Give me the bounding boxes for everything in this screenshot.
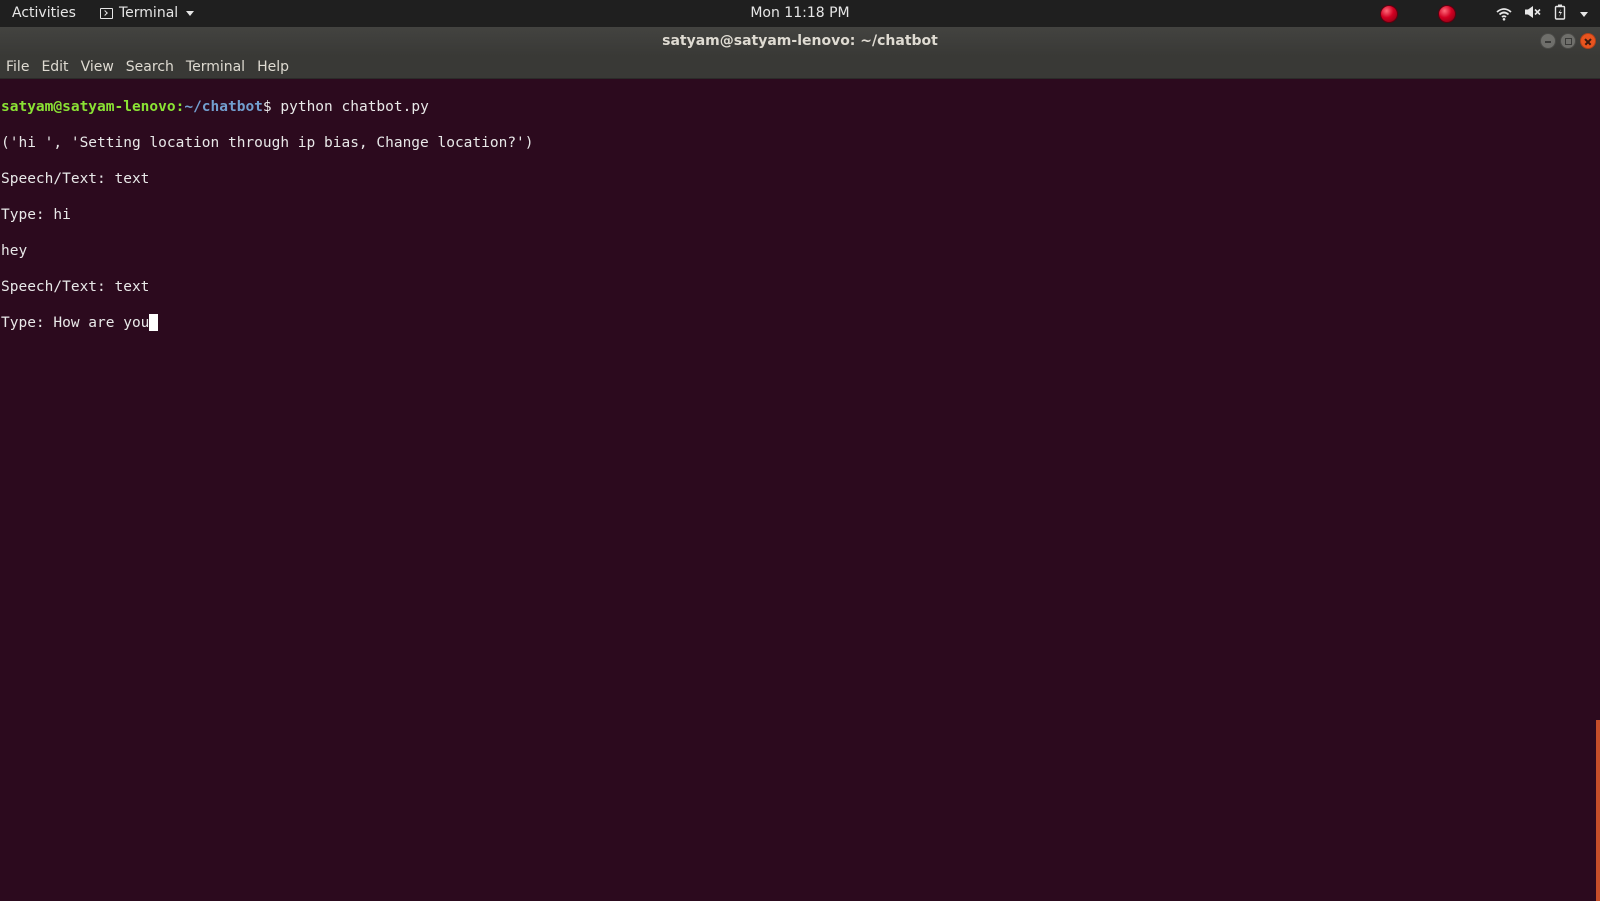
current-input: Type: How are you — [1, 315, 150, 331]
volume-muted-icon[interactable] — [1524, 5, 1542, 23]
window-title: satyam@satyam-lenovo: ~/chatbot — [662, 33, 938, 49]
menu-help[interactable]: Help — [251, 59, 295, 75]
window-controls — [1540, 33, 1596, 49]
scrollbar-thumb[interactable] — [1596, 720, 1600, 901]
red-indicator-icon[interactable] — [1380, 5, 1398, 23]
prompt-symbol: $ — [262, 99, 281, 115]
menu-terminal[interactable]: Terminal — [180, 59, 251, 75]
battery-icon[interactable] — [1554, 4, 1566, 24]
menu-edit[interactable]: Edit — [35, 59, 74, 75]
minimize-button[interactable] — [1540, 33, 1556, 49]
output-line: Speech/Text: text — [1, 171, 150, 187]
output-line: hey — [1, 243, 28, 259]
command-text: python chatbot.py — [280, 99, 429, 115]
prompt-line: satyam@satyam-lenovo:~/chatbot$ python c… — [1, 98, 1600, 116]
output-line: ('hi ', 'Setting location through ip bia… — [1, 135, 534, 151]
red-indicator-icon[interactable] — [1438, 5, 1456, 23]
maximize-button[interactable] — [1560, 33, 1576, 49]
wifi-icon[interactable] — [1496, 7, 1512, 21]
menu-bar: File Edit View Search Terminal Help — [0, 56, 1600, 79]
clock[interactable]: Mon 11:18 PM — [0, 5, 1600, 21]
output-line: Type: hi — [1, 207, 71, 223]
menu-file[interactable]: File — [0, 59, 35, 75]
menu-search[interactable]: Search — [120, 59, 180, 75]
window-titlebar[interactable]: satyam@satyam-lenovo: ~/chatbot — [0, 27, 1600, 56]
system-tray — [1380, 4, 1588, 24]
chevron-down-icon[interactable] — [1580, 11, 1588, 17]
terminal-area[interactable]: satyam@satyam-lenovo:~/chatbot$ python c… — [0, 79, 1600, 900]
input-line[interactable]: Type: How are you — [1, 314, 1600, 332]
menu-view[interactable]: View — [75, 59, 120, 75]
close-button[interactable] — [1580, 33, 1596, 49]
top-bar: Activities Terminal Mon 11:18 PM — [0, 0, 1600, 27]
prompt-path: ~/chatbot — [184, 99, 263, 115]
output-line: Speech/Text: text — [1, 279, 150, 295]
prompt-user: satyam@satyam-lenovo — [1, 99, 176, 115]
text-cursor — [149, 314, 159, 331]
